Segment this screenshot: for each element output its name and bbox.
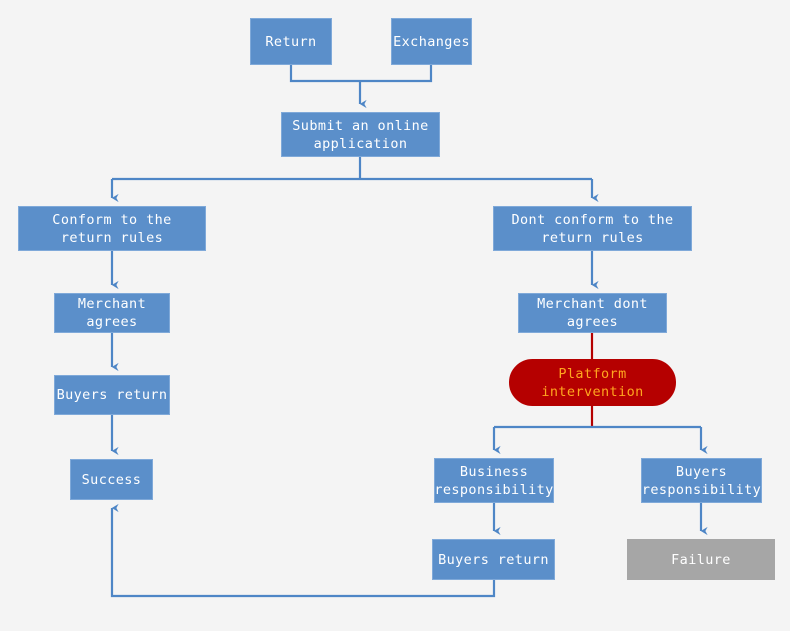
edge-return-to-submit <box>289 65 360 83</box>
node-dont-conform-to-the-return-rules[interactable]: Dont conform to the return rules <box>493 206 692 251</box>
node-exchanges[interactable]: Exchanges <box>391 18 472 65</box>
node-success[interactable]: Success <box>70 459 153 500</box>
node-buyers-responsibility[interactable]: Buyers responsibility <box>641 458 762 503</box>
edge-exchanges-to-submit <box>360 65 433 83</box>
node-business-responsibility[interactable]: Business responsibility <box>434 458 554 503</box>
node-return[interactable]: Return <box>250 18 332 65</box>
node-buyers-return-right[interactable]: Buyers return <box>432 539 555 580</box>
node-buyers-return-left[interactable]: Buyers return <box>54 375 170 415</box>
node-merchant-agrees[interactable]: Merchant agrees <box>54 293 170 333</box>
flowchart-canvas: Return Exchanges Submit an online applic… <box>0 0 790 631</box>
node-conform-to-the-return-rules[interactable]: Conform to the return rules <box>18 206 206 251</box>
node-failure[interactable]: Failure <box>627 539 775 580</box>
node-submit-an-online-application[interactable]: Submit an online application <box>281 112 440 157</box>
node-merchant-dont-agrees[interactable]: Merchant dont agrees <box>518 293 667 333</box>
node-platform-intervention[interactable]: Platform intervention <box>509 359 676 406</box>
